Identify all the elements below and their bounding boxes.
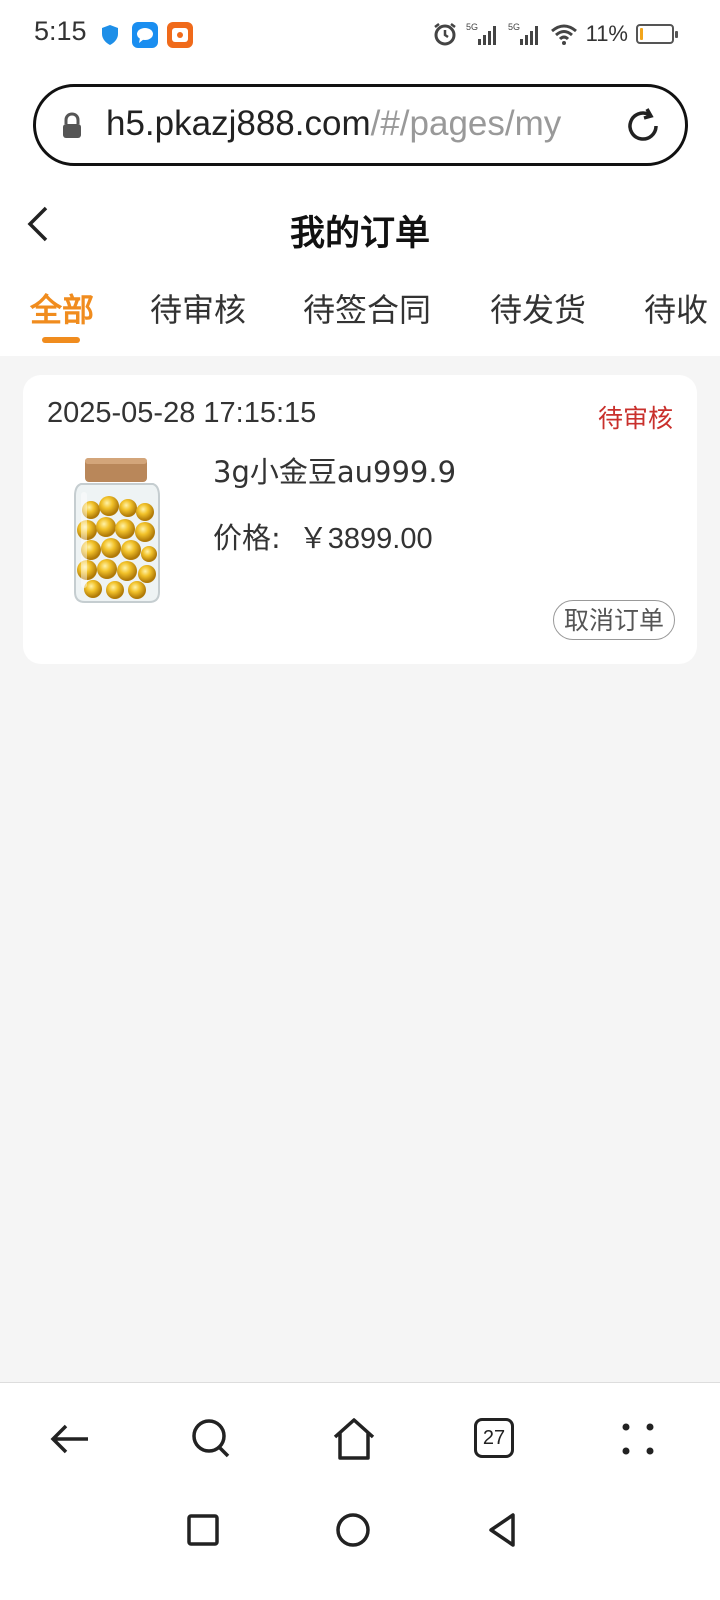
page-title: 我的订单 [289,214,430,254]
svg-text:5G: 5G [508,22,520,32]
order-status: 待审核 [597,404,673,433]
home-icon[interactable] [330,1415,378,1463]
signal-5g-icon-2: 5G [508,22,538,45]
recents-square-icon[interactable] [183,1510,223,1550]
svg-text:5G: 5G [466,22,478,32]
order-time: 2025-05-28 17:15:15 [47,397,317,429]
messages-app-icon [132,22,158,48]
order-card[interactable]: 2025-05-28 17:15:15 待审核 3g小金豆au999.9 价格:… [23,375,697,664]
home-circle-icon[interactable] [333,1510,373,1550]
signal-5g-icon: 5G [466,22,496,45]
back-triangle-icon[interactable] [483,1510,523,1550]
alarm-icon [433,23,456,46]
tab-pending-review[interactable]: 待审核 [150,285,246,331]
url-host: h5.pkazj888.com [106,104,371,143]
tab-all[interactable]: 全部 [30,285,94,331]
arrow-left-icon[interactable] [46,1415,94,1463]
product-name[interactable]: 3g小金豆au999.9 [213,449,456,491]
tab-pending-receipt[interactable]: 待收 [644,285,708,331]
price-row: 价格: ￥3899.00 [213,515,433,557]
shield-icon [102,25,118,45]
tab-active-indicator [42,337,80,343]
battery-fill [640,28,643,40]
status-bar: 5:15 5G 5G 11% [0,0,720,64]
status-time: 5:15 [34,16,87,46]
more-dots-icon[interactable] [614,1415,662,1463]
cancel-order-button[interactable]: 取消订单 [552,600,675,640]
reload-icon[interactable] [623,106,663,146]
url-text[interactable]: h5.pkazj888.com/#/pages/my [106,104,626,148]
product-image [74,458,160,603]
status-right-group: 5G 5G 11% [432,18,678,50]
wifi-icon [550,24,577,45]
tab-pending-shipment[interactable]: 待发货 [490,285,586,331]
lock-icon [63,112,81,138]
orange-app-icon [167,22,193,48]
order-tabs: 全部 待审核 待签合同 待发货 待收 [0,285,720,355]
address-bar[interactable]: h5.pkazj888.com/#/pages/my [33,84,688,166]
browser-toolbar: 27 [0,1382,720,1600]
price-value: ￥3899.00 [298,523,433,555]
price-label: 价格: [213,521,281,555]
tab-pending-contract[interactable]: 待签合同 [303,285,431,331]
search-icon[interactable] [188,1415,236,1463]
battery-percent: 11% [585,21,628,46]
url-path: /#/pages/my [370,104,562,143]
tabs-count-button[interactable]: 27 [474,1418,514,1458]
battery-icon [636,24,678,44]
